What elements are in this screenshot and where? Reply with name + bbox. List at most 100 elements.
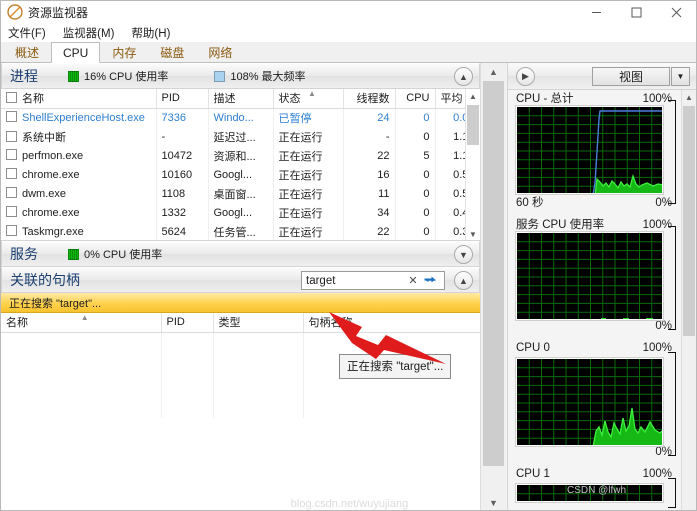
graph-cpu-total-timespan: 60 秒 [516,197,544,209]
table-row[interactable]: 系统中断 - 延迟过... 正在运行 - 0 1.19 [1,127,480,146]
scroll-thumb[interactable] [467,105,479,145]
table-row[interactable]: ShellExperienceHost.exe 7336 Windo... 已暂… [1,108,480,127]
row-checkbox[interactable] [6,130,17,142]
main-scroll-thumb[interactable] [483,81,504,466]
window-controls [576,1,696,23]
cell-cpu: 0 [395,108,436,127]
cell-cpu: 0 [395,127,436,146]
graph-panel-scrollbar[interactable]: ▲ [681,90,696,510]
row-checkbox[interactable] [6,168,17,179]
tab-memory[interactable]: 内存 [100,42,149,62]
maximize-button[interactable] [616,1,656,23]
cell-name: ShellExperienceHost.exe [1,108,157,127]
cell-description: Googl... [208,165,274,184]
col-header-threads[interactable]: 线程数 [343,89,396,109]
tab-overview[interactable]: 概述 [3,42,52,62]
window-title: 资源监视器 [28,5,89,20]
tab-network[interactable]: 网络 [196,42,245,62]
handle-search-box[interactable]: ✕ [301,271,445,290]
handles-section-header[interactable]: 关联的句柄 ✕ ▲ [1,267,480,293]
table-row[interactable]: perfmon.exe 10472 资源和... 正在运行 22 5 1.18 [1,146,480,165]
graph-cpu-total-footer: 60 秒 0% [516,194,672,210]
processes-legend-freq: 108% 最大频率 [214,68,306,84]
graph-scroll-thumb[interactable] [683,106,695,336]
tab-bar: 概述 CPU 内存 磁盘 网络 [1,42,696,63]
table-row[interactable]: chrome.exe 1332 Googl... 正在运行 34 0 0.46 [1,203,480,222]
search-input[interactable] [302,272,406,289]
graph-axis-bracket [668,352,676,456]
minimize-button[interactable] [576,1,616,23]
row-checkbox[interactable] [6,225,17,236]
menu-file[interactable]: 文件(F) [8,25,46,41]
col-header-handle-object-name[interactable]: 句柄名称 [303,313,480,333]
processes-scrollbar[interactable]: ▲ ▼ [465,89,480,240]
col-header-name[interactable]: 名称 [1,89,157,109]
graph-service-cpu-canvas [515,231,664,321]
col-header-description[interactable]: 描述 [208,89,274,109]
cell-pid: 5624 [156,222,209,240]
graph-panel: ▶ 视图 ▼ CPU - 总计 100% 60 秒 0% 服务 CPU 使用率 … [507,63,696,510]
row-checkbox[interactable] [6,187,17,198]
table-row[interactable]: chrome.exe 10160 Googl... 正在运行 16 0 0.56 [1,165,480,184]
graph-panel-expand-chevron-right-icon[interactable]: ▶ [516,66,535,86]
cell-name: perfmon.exe [1,146,157,165]
view-dropdown-chevron-down-icon[interactable]: ▼ [671,67,690,86]
menu-help[interactable]: 帮助(H) [131,25,170,41]
tab-disk[interactable]: 磁盘 [148,42,197,62]
processes-collapse-chevron-up-icon[interactable]: ▲ [454,67,473,86]
legend-max-frequency-text: 108% 最大频率 [230,71,306,83]
col-header-handle-name[interactable]: 名称 ▲ [1,313,162,333]
cell-status: 正在运行 [273,222,344,240]
graph-cpu-total-title: CPU - 总计 [516,93,574,105]
cell-description: 桌面窗... [208,184,274,203]
select-all-checkbox[interactable] [6,92,17,104]
graph-cpu0-title: CPU 0 [516,342,550,354]
graph-scroll-up-icon[interactable]: ▲ [682,90,696,104]
tab-cpu[interactable]: CPU [51,42,101,63]
search-refresh-icon[interactable] [420,271,440,290]
col-header-cpu[interactable]: CPU [395,89,436,109]
scroll-down-icon[interactable]: ▼ [466,227,480,240]
cell-status: 正在运行 [273,127,344,146]
cell-threads: 22 [343,146,396,165]
services-expand-chevron-down-icon[interactable]: ▼ [454,245,473,264]
processes-body: ShellExperienceHost.exe 7336 Windo... 已暂… [1,108,480,240]
sort-ascending-icon: ▲ [308,89,316,98]
col-header-pid[interactable]: PID [156,89,209,109]
cell-pid: 10472 [156,146,209,165]
content-area: 进程 16% CPU 使用率 108% 最大频率 ▲ 名称 PID 描述 状态 … [1,63,696,510]
graph-cpu0-labels: CPU 0 100% [516,342,672,358]
services-section-header[interactable]: 服务 0% CPU 使用率 ▼ [1,241,480,267]
cell-description: 资源和... [208,146,274,165]
menu-bar: 文件(F) 监视器(M) 帮助(H) [1,23,696,42]
search-clear-close-icon[interactable]: ✕ [406,272,420,289]
graph-cpu1-title: CPU 1 [516,468,550,480]
processes-section-header[interactable]: 进程 16% CPU 使用率 108% 最大频率 ▲ [1,63,480,89]
handles-collapse-chevron-up-icon[interactable]: ▲ [454,271,473,290]
menu-monitor[interactable]: 监视器(M) [63,25,115,41]
col-header-handle-pid[interactable]: PID [161,313,214,333]
scroll-up-icon[interactable]: ▲ [466,89,480,103]
cell-threads: 24 [343,108,396,127]
graph-panel-header: ▶ 视图 ▼ [508,63,696,90]
close-button[interactable] [656,1,696,23]
graph-axis-bracket [668,100,676,204]
main-vertical-scrollbar[interactable]: ▲ ▼ [480,63,506,510]
cell-description: Windo... [208,108,274,127]
col-header-handle-type[interactable]: 类型 [213,313,304,333]
search-status-strip: 正在搜索 "target"... [1,293,480,313]
handles-title: 关联的句柄 [10,272,80,288]
table-row[interactable]: Taskmgr.exe 5624 任务管... 正在运行 22 0 0.39 [1,222,480,240]
cell-status: 正在运行 [273,165,344,184]
row-checkbox[interactable] [6,206,17,217]
cell-name: chrome.exe [1,203,157,222]
view-button[interactable]: 视图 [592,67,670,86]
cell-pid: 10160 [156,165,209,184]
col-header-status[interactable]: 状态 ▲ [273,89,344,109]
cell-description: 任务管... [208,222,274,240]
table-row[interactable]: dwm.exe 1108 桌面窗... 正在运行 11 0 0.53 [1,184,480,203]
main-scroll-up-icon[interactable]: ▲ [481,63,506,80]
row-checkbox[interactable] [6,111,17,123]
row-checkbox[interactable] [6,149,17,160]
processes-header-row: 名称 PID 描述 状态 ▲ 线程数 CPU 平均 C... [1,89,480,109]
